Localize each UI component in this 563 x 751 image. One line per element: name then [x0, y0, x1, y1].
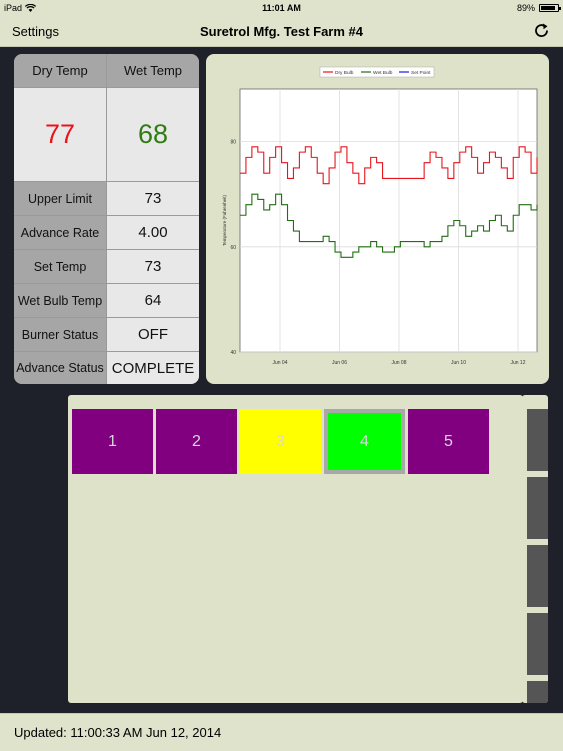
- station-button-4[interactable]: 4: [324, 409, 405, 474]
- footer: Updated: 11:00:33 AM Jun 12, 2014: [0, 713, 563, 751]
- settings-button[interactable]: Settings: [12, 24, 59, 39]
- x-tick-label: Jun 06: [332, 360, 347, 366]
- readings-table: Dry Temp Wet Temp 77 68 Upper Limit 73 A…: [14, 54, 199, 384]
- refresh-icon[interactable]: [533, 22, 551, 40]
- set-temp-value: 73: [107, 250, 199, 283]
- dry-temp-header: Dry Temp: [14, 54, 106, 87]
- nav-bar: Settings Suretrol Mfg. Test Farm #4: [0, 16, 563, 47]
- burner-status-label: Burner Status: [14, 318, 106, 351]
- legend-label: Dry Bulb: [335, 70, 354, 76]
- station-button-1[interactable]: 1: [72, 409, 153, 474]
- wet-temp-value: 68: [107, 88, 199, 181]
- x-tick-label: Jun 08: [391, 360, 406, 366]
- status-bar: iPad 11:01 AM 89%: [0, 0, 563, 16]
- status-bar-right: 89%: [516, 3, 561, 13]
- station-button-2[interactable]: 2: [156, 409, 237, 474]
- dry-temp-value: 77: [14, 88, 106, 181]
- side-strip-button[interactable]: [527, 477, 548, 539]
- side-strip-button[interactable]: [527, 681, 548, 703]
- station-button-5[interactable]: 5: [408, 409, 489, 474]
- upper-limit-label: Upper Limit: [14, 182, 106, 215]
- upper-limit-value: 73: [107, 182, 199, 215]
- advance-status-value: COMPLETE: [107, 352, 199, 384]
- side-strip-button[interactable]: [527, 545, 548, 607]
- side-strip: [522, 395, 548, 703]
- set-temp-label: Set Temp: [14, 250, 106, 283]
- legend-label: Wet Bulb: [373, 70, 393, 76]
- x-tick-label: Jun 12: [510, 360, 525, 366]
- battery-icon: [539, 4, 561, 12]
- wet-bulb-temp-value: 64: [107, 284, 199, 317]
- burner-status-value: OFF: [107, 318, 199, 351]
- y-tick-label: 40: [230, 350, 236, 356]
- page-title: Suretrol Mfg. Test Farm #4: [199, 24, 363, 39]
- station-button-3[interactable]: 3: [240, 409, 321, 474]
- advance-rate-value: 4.00: [107, 216, 199, 249]
- x-tick-label: Jun 10: [451, 360, 466, 366]
- legend-label: Set Point: [411, 70, 431, 76]
- wet-temp-header: Wet Temp: [107, 54, 199, 87]
- y-tick-label: 60: [230, 245, 236, 251]
- side-strip-button[interactable]: [527, 409, 548, 471]
- wet-bulb-temp-label: Wet Bulb Temp: [14, 284, 106, 317]
- advance-status-label: Advance Status: [14, 352, 106, 384]
- battery-percent: 89%: [516, 3, 535, 13]
- x-tick-label: Jun 04: [272, 360, 287, 366]
- side-strip-button[interactable]: [527, 613, 548, 675]
- status-time: 11:01 AM: [262, 3, 301, 13]
- last-updated-text: Updated: 11:00:33 AM Jun 12, 2014: [14, 725, 222, 740]
- temperature-chart-panel: 80 60 40 Jun 04 Jun 06 Jun 08 Jun 10 Jun 12 Temp…: [206, 54, 549, 384]
- temperature-chart: 80 60 40 Jun 04 Jun 06 Jun 08 Jun 10 Jun 12 Temp…: [222, 66, 538, 366]
- y-tick-label: 80: [230, 140, 236, 146]
- station-panel: 1 2 3 4 5: [68, 395, 523, 703]
- advance-rate-label: Advance Rate: [14, 216, 106, 249]
- y-axis-title: Temperature (Fahrenheit): [222, 194, 227, 246]
